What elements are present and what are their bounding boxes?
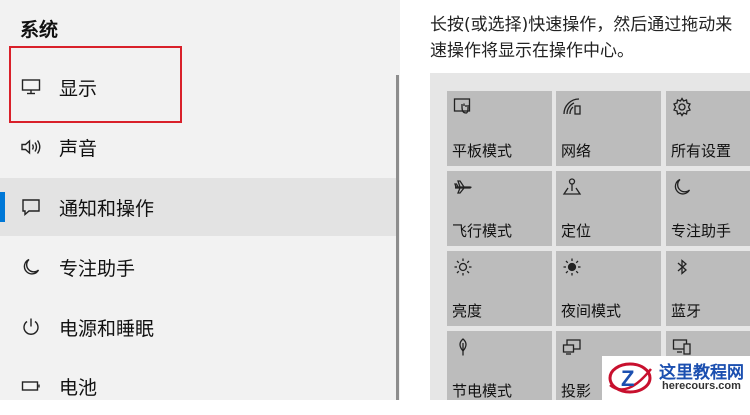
highlight-annotation-box <box>9 46 182 123</box>
quick-action-battery-saver[interactable]: 节电模式 <box>447 331 552 400</box>
tile-label: 专注助手 <box>671 222 732 240</box>
sidebar-item-notifications[interactable]: 通知和操作 <box>0 178 396 236</box>
watermark-logo-icon: Z <box>608 362 652 394</box>
tile-label: 平板模式 <box>452 142 513 160</box>
brightness-icon <box>452 256 474 278</box>
quick-action-night-light[interactable]: 夜间模式 <box>556 251 661 326</box>
sidebar-item-label: 专注助手 <box>59 257 136 280</box>
notification-icon <box>18 194 44 220</box>
watermark-url: herecours.com <box>662 380 741 392</box>
tile-label: 网络 <box>561 142 592 160</box>
night-light-icon <box>561 256 583 278</box>
sidebar-item-label: 电池 <box>59 376 98 399</box>
moon-icon <box>671 176 693 198</box>
sidebar-item-power-sleep[interactable]: 电源和睡眠 <box>0 298 396 356</box>
tile-label: 投影 <box>561 382 592 400</box>
power-icon <box>18 314 44 340</box>
quick-actions-description: 长按(或选择)快速操作，然后通过拖动来 速操作将显示在操作中心。 <box>430 12 750 64</box>
network-icon <box>561 96 583 118</box>
tile-label: 飞行模式 <box>452 222 513 240</box>
tile-label: 夜间模式 <box>561 302 622 320</box>
site-watermark: Z 这里教程网 herecours.com <box>602 356 750 400</box>
tile-label: 定位 <box>561 222 592 240</box>
speaker-icon <box>18 134 44 160</box>
location-icon <box>561 176 583 198</box>
quick-action-airplane-mode[interactable]: 飞行模式 <box>447 171 552 246</box>
sidebar-item-sound[interactable]: 声音 <box>0 118 396 176</box>
tablet-mode-icon <box>452 96 474 118</box>
quick-action-tablet-mode[interactable]: 平板模式 <box>447 91 552 166</box>
airplane-icon <box>452 176 474 198</box>
sidebar-item-label: 电源和睡眠 <box>59 317 155 340</box>
sidebar-item-battery[interactable]: 电池 <box>0 357 396 415</box>
selected-indicator <box>0 192 5 222</box>
tile-label: 节电模式 <box>452 382 513 400</box>
quick-action-all-settings[interactable]: 所有设置 <box>666 91 750 166</box>
moon-icon <box>18 254 44 280</box>
quick-action-brightness[interactable]: 亮度 <box>447 251 552 326</box>
project-icon <box>561 336 583 358</box>
tile-label: 所有设置 <box>671 142 732 160</box>
sidebar-item-focus-assist[interactable]: 专注助手 <box>0 238 396 296</box>
battery-icon <box>18 373 44 399</box>
quick-action-network[interactable]: 网络 <box>556 91 661 166</box>
description-line: 速操作将显示在操作中心。 <box>430 41 634 61</box>
connect-icon <box>671 336 693 358</box>
sidebar-scrollbar[interactable] <box>396 75 399 400</box>
sidebar-item-label: 通知和操作 <box>59 197 155 220</box>
leaf-icon <box>452 336 474 358</box>
quick-action-location[interactable]: 定位 <box>556 171 661 246</box>
quick-action-focus-assist[interactable]: 专注助手 <box>666 171 750 246</box>
settings-sidebar: 系统 显示 声音 通知和操作 专注助手 电源和睡眠 电池 <box>0 0 400 400</box>
sidebar-title: 系统 <box>20 19 59 41</box>
gear-icon <box>671 96 693 118</box>
quick-actions-panel: 平板模式 网络 所有设置 飞行模式 定位 专注助手 亮度 夜间模式 蓝牙 节电模… <box>430 73 750 400</box>
sidebar-item-label: 声音 <box>59 137 98 160</box>
tile-label: 蓝牙 <box>671 302 702 320</box>
watermark-logo-letter: Z <box>621 366 634 391</box>
bluetooth-icon <box>671 256 693 278</box>
description-line: 长按(或选择)快速操作，然后通过拖动来 <box>430 15 733 35</box>
quick-action-bluetooth[interactable]: 蓝牙 <box>666 251 750 326</box>
tile-label: 亮度 <box>452 302 483 320</box>
